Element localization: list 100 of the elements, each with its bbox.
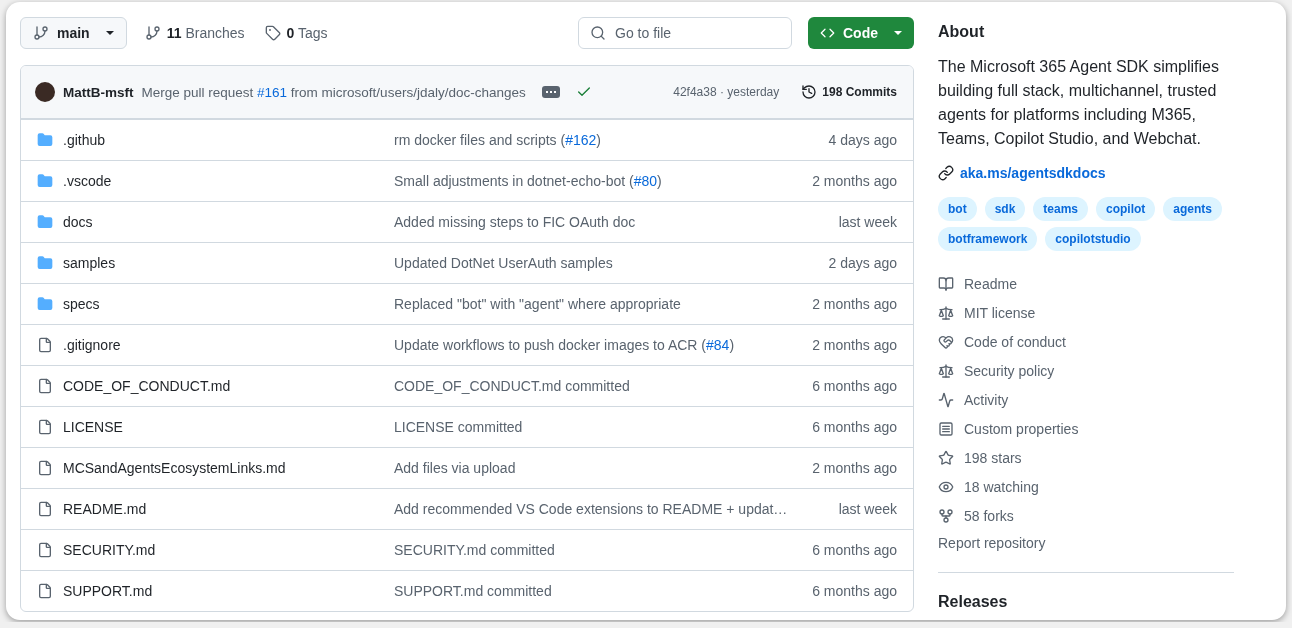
report-link[interactable]: Report repository xyxy=(938,530,1234,556)
tags-link[interactable]: 0 Tags xyxy=(258,25,334,41)
commit-message: ) xyxy=(596,132,601,148)
commit-message: SECURITY.md committed xyxy=(394,542,555,558)
avatar xyxy=(35,82,55,102)
about-item-link[interactable]: MIT license xyxy=(938,298,1234,327)
file-icon xyxy=(37,460,53,476)
commit-time: 6 months ago xyxy=(812,583,897,599)
about-item-link[interactable]: 58 forks xyxy=(938,501,1234,530)
topic-tag[interactable]: sdk xyxy=(984,197,1026,221)
commit-time: 2 days ago xyxy=(828,255,897,271)
commit-message: Small adjustments in dotnet-echo-bot ( xyxy=(394,173,634,189)
commit-author[interactable]: MattB-msft xyxy=(63,84,134,100)
topic-tag[interactable]: teams xyxy=(1033,197,1089,221)
repo-description: The Microsoft 365 Agent SDK simplifies building full stack, multichannel, trusted agents for platforms including M365, Teams, Copilot Studio, and Webchat. xyxy=(938,57,1220,149)
fork-icon xyxy=(938,507,954,524)
commit-message: rm docker files and scripts ( xyxy=(394,132,566,148)
scale-icon xyxy=(938,304,954,321)
folder-icon xyxy=(37,132,53,148)
commit-message: Add files via upload xyxy=(394,460,516,476)
folder-link[interactable]: specs xyxy=(63,296,100,312)
file-icon xyxy=(37,419,53,435)
folder-link[interactable]: docs xyxy=(63,214,93,230)
pulse-icon xyxy=(938,391,954,408)
folder-icon xyxy=(37,255,53,271)
topic-tag[interactable]: copilotstudio xyxy=(1045,227,1141,251)
commit-time: 2 months ago xyxy=(812,173,897,189)
file-link[interactable]: MCSandAgentsEcosystemLinks.md xyxy=(63,460,286,476)
commit-time: 6 months ago xyxy=(812,542,897,558)
tag-icon xyxy=(264,25,281,41)
file-icon xyxy=(37,583,53,599)
file-link[interactable]: SUPPORT.md xyxy=(63,583,153,599)
history-icon xyxy=(801,84,818,100)
pull-request-link[interactable]: #161 xyxy=(257,84,288,100)
commit-message: Update workflows to push docker images to ACR ( xyxy=(394,337,707,353)
commit-hash[interactable]: 42f4a38 · yesterday xyxy=(673,85,780,99)
folder-link[interactable]: samples xyxy=(63,255,116,271)
code-button[interactable]: Code xyxy=(808,17,914,49)
pull-request-link[interactable]: #162 xyxy=(565,132,597,148)
branch-selector[interactable]: main xyxy=(20,17,127,49)
folder-link[interactable]: .github xyxy=(63,132,106,148)
commit-message: Replaced "bot" with "agent" where appropriate xyxy=(394,296,681,312)
file-icon xyxy=(37,337,53,353)
commit-message: LICENSE committed xyxy=(394,419,523,435)
topic-tag[interactable]: bot xyxy=(938,197,977,221)
file-icon xyxy=(37,378,53,394)
folder-icon xyxy=(37,214,53,230)
commit-message: Add recommended VS Code extensions to README + updat… xyxy=(394,501,788,517)
file-icon xyxy=(37,501,53,517)
about-item-link[interactable]: 198 stars xyxy=(938,443,1234,472)
branch-icon xyxy=(33,25,49,41)
caret-icon xyxy=(894,31,902,35)
heart-handshake-icon xyxy=(938,333,954,350)
topic-tag[interactable]: botframework xyxy=(938,227,1038,251)
folder-icon xyxy=(37,173,53,189)
file-link[interactable]: .gitignore xyxy=(63,337,121,353)
about-item-link[interactable]: Custom properties xyxy=(938,414,1234,443)
commit-time: 6 months ago xyxy=(812,378,897,394)
about-item-link[interactable]: 18 watching xyxy=(938,472,1234,501)
website-link[interactable]: aka.ms/agentsdkdocs xyxy=(938,165,1234,181)
about-item-link[interactable]: Readme xyxy=(938,269,1234,298)
commit-time: 6 months ago xyxy=(812,419,897,435)
scale-icon xyxy=(938,362,954,379)
about-item-link[interactable]: Security policy xyxy=(938,356,1234,385)
link-icon xyxy=(938,165,954,181)
folder-link[interactable]: .vscode xyxy=(63,173,112,189)
commit-message: CODE_OF_CONDUCT.md committed xyxy=(394,378,630,394)
commit-message: ) xyxy=(657,173,662,189)
file-link[interactable]: SECURITY.md xyxy=(63,542,156,558)
commit-time: last week xyxy=(838,501,897,517)
commit-message: SUPPORT.md committed xyxy=(394,583,552,599)
folder-icon xyxy=(37,296,53,312)
list-card-icon xyxy=(938,420,954,437)
commit-message: from microsoft/users/jdaly/doc-changes xyxy=(289,84,526,100)
search-icon xyxy=(590,25,606,41)
star-icon xyxy=(938,449,954,466)
about-heading: About xyxy=(938,23,986,41)
commit-time: 2 months ago xyxy=(812,460,897,476)
file-link[interactable]: LICENSE xyxy=(63,419,123,435)
about-item-link[interactable]: Activity xyxy=(938,385,1234,414)
commit-time: last week xyxy=(838,214,897,230)
caret-icon xyxy=(105,31,114,35)
about-item-link[interactable]: Code of conduct xyxy=(938,327,1234,356)
pull-request-link[interactable]: #84 xyxy=(706,337,730,353)
file-link[interactable]: CODE_OF_CONDUCT.md xyxy=(63,378,231,394)
pull-request-link[interactable]: #80 xyxy=(633,173,658,189)
commit-message: ) xyxy=(729,337,735,353)
file-link[interactable]: README.md xyxy=(63,501,147,517)
commit-message: Added missing steps to FIC OAuth doc xyxy=(394,214,636,230)
topic-tag[interactable]: agents xyxy=(1163,197,1223,221)
file-icon xyxy=(37,542,53,558)
commit-time: 2 months ago xyxy=(812,337,897,353)
commit-message: Updated DotNet UserAuth samples xyxy=(394,255,613,271)
branches-link[interactable]: 11 Branches xyxy=(138,25,251,41)
releases-heading: Releases xyxy=(938,593,1009,611)
topic-tag[interactable]: copilot xyxy=(1096,197,1156,221)
more-button[interactable] xyxy=(541,86,560,98)
book-icon xyxy=(938,275,954,292)
commits-link[interactable]: 198 Commits xyxy=(801,84,897,100)
search-field[interactable]: Go to file xyxy=(578,17,792,49)
